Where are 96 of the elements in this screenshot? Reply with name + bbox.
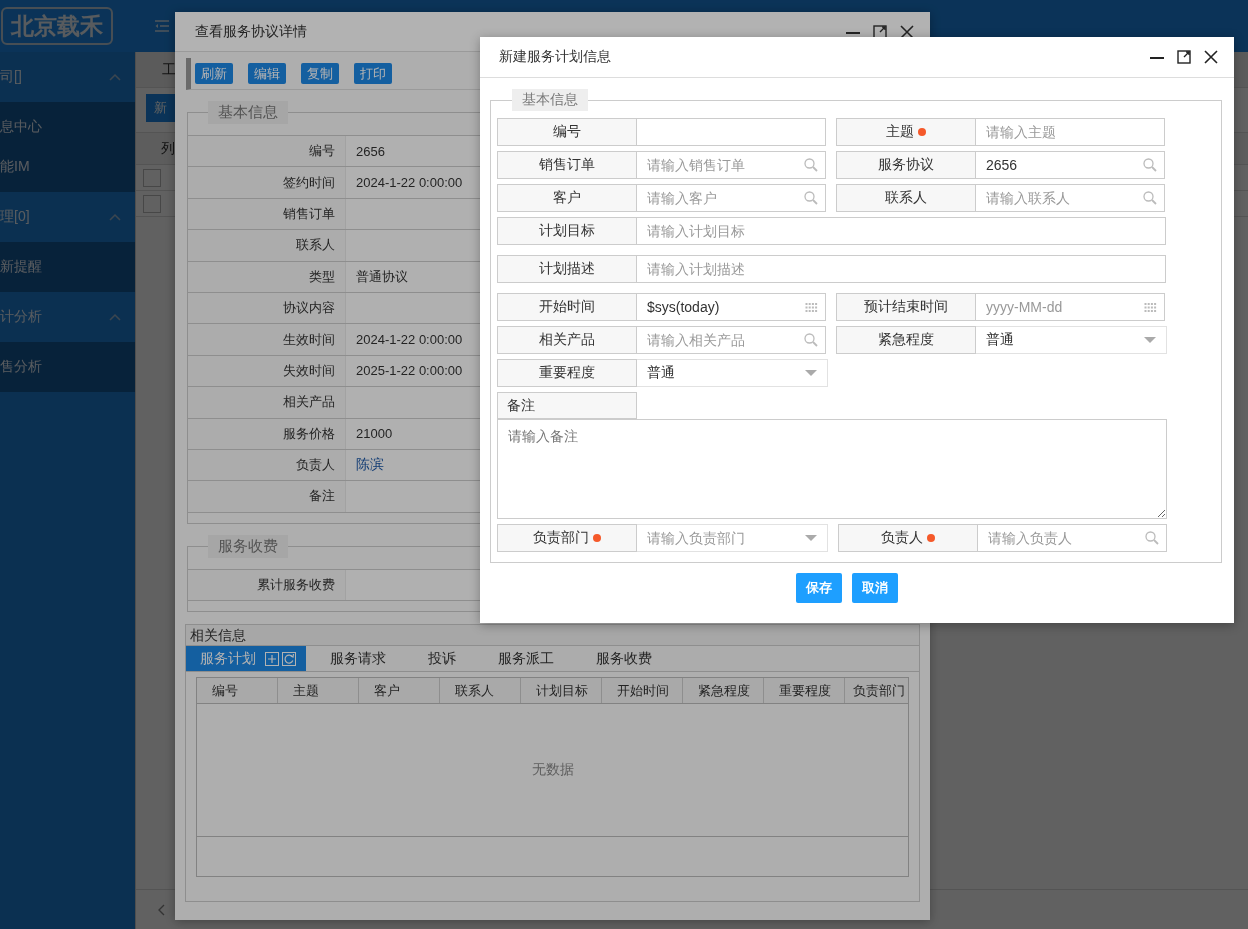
dropdown-arrow-icon[interactable]: [1144, 337, 1156, 343]
dialog-title: 新建服务计划信息: [499, 48, 611, 66]
field-value: 21000: [356, 426, 393, 442]
search-icon[interactable]: [1143, 191, 1157, 205]
toolbar-button[interactable]: 打印: [354, 63, 392, 84]
menu-fold-icon[interactable]: [155, 20, 169, 32]
add-icon[interactable]: [265, 651, 279, 666]
date-field[interactable]: yyyy-MM-dd: [976, 293, 1165, 321]
refresh-icon[interactable]: [282, 651, 296, 666]
section-legend: 基本信息: [512, 89, 588, 111]
field-label: 主题: [886, 123, 914, 141]
tab[interactable]: 服务派工: [484, 646, 582, 672]
panel-title: 相关信息: [186, 625, 919, 646]
toolbar-button[interactable]: 刷新: [195, 63, 233, 84]
column-header: 开始时间: [602, 678, 683, 704]
search-icon[interactable]: [804, 158, 818, 172]
column-header: 列: [161, 139, 175, 158]
toolbar-button[interactable]: 编辑: [248, 63, 286, 84]
close-icon[interactable]: [900, 24, 914, 39]
field-value: 2024-1-22 0:00:00: [356, 175, 463, 191]
field-label: 负责人: [881, 529, 923, 547]
column-header: 联系人: [440, 678, 521, 704]
field-label: 备注: [497, 392, 637, 419]
dropdown-arrow-icon[interactable]: [805, 370, 817, 376]
search-icon[interactable]: [804, 333, 818, 347]
search-icon[interactable]: [1143, 158, 1157, 172]
tab[interactable]: 投诉: [414, 646, 484, 672]
section-legend: 服务收费: [208, 534, 288, 558]
menu-group-header[interactable]: 计分析: [0, 292, 135, 342]
menu-group-title: 理[0]: [0, 208, 30, 226]
column-header: 重要程度: [764, 678, 845, 704]
menu-item[interactable]: 息中心: [0, 107, 135, 147]
field-label: 负责部门: [533, 529, 589, 547]
field-value: 2024-1-22 0:00:00: [356, 332, 463, 348]
input-field[interactable]: 请输入客户: [637, 184, 826, 212]
input-field[interactable]: 2656: [976, 151, 1165, 179]
empty-message: 无数据: [531, 761, 574, 780]
person-link[interactable]: 陈滨: [356, 456, 384, 475]
column-header: 紧急程度: [683, 678, 764, 704]
menu-group-header[interactable]: 理[0]: [0, 192, 135, 242]
input-field[interactable]: 请输入销售订单: [637, 151, 826, 179]
save-button[interactable]: 保存: [796, 573, 842, 603]
field-label: 相关产品: [539, 331, 595, 349]
input-field[interactable]: [637, 118, 826, 146]
section-legend: 基本信息: [208, 101, 288, 124]
input-field[interactable]: 请输入计划描述: [637, 255, 1166, 283]
input-field[interactable]: 请输入负责人: [978, 524, 1167, 552]
field-label: 销售订单: [539, 156, 595, 174]
dialog-title: 查看服务协议详情: [195, 22, 307, 41]
column-header: 主题: [278, 678, 359, 704]
calendar-icon[interactable]: [805, 301, 818, 313]
search-icon[interactable]: [804, 191, 818, 205]
field-label: 重要程度: [539, 364, 595, 382]
field-label: 联系人: [885, 189, 927, 207]
toolbar-button[interactable]: 复制: [301, 63, 339, 84]
field-label: 服务协议: [878, 156, 934, 174]
calendar-icon[interactable]: [1144, 301, 1157, 313]
column-header: 客户: [359, 678, 440, 704]
close-icon[interactable]: [1204, 50, 1218, 64]
input-field[interactable]: 请输入联系人: [976, 184, 1165, 212]
field-label: 客户: [553, 189, 581, 207]
field-value: 2025-1-22 0:00:00: [356, 363, 463, 379]
dropdown[interactable]: 请输入负责部门: [637, 524, 828, 552]
tab[interactable]: 服务收费: [582, 646, 680, 672]
field-label: 编号: [553, 123, 581, 141]
cancel-button[interactable]: 取消: [852, 573, 898, 603]
tab[interactable]: 服务计划: [186, 646, 306, 672]
column-header: 计划目标: [521, 678, 602, 704]
search-icon[interactable]: [1145, 531, 1159, 545]
field-label: 计划描述: [539, 260, 595, 278]
field-label: 紧急程度: [878, 331, 934, 349]
menu-group-title: 司[]: [0, 68, 22, 86]
column-header: 编号: [197, 678, 278, 704]
dropdown[interactable]: 普通: [637, 359, 828, 387]
input-field[interactable]: 请输入相关产品: [637, 326, 826, 354]
field-value: 普通协议: [356, 267, 408, 286]
field-label: 开始时间: [539, 298, 595, 316]
menu-item[interactable]: 能IM: [0, 147, 135, 187]
field-label: 计划目标: [539, 222, 595, 240]
dropdown[interactable]: 普通: [976, 326, 1167, 354]
input-field[interactable]: 请输入计划目标: [637, 217, 1166, 245]
remarks-field[interactable]: 请输入备注: [497, 419, 1167, 519]
menu-group-header[interactable]: 司[]: [0, 52, 135, 102]
field-label: 预计结束时间: [864, 298, 948, 316]
checkbox[interactable]: [143, 168, 161, 187]
logo: 北京载禾: [1, 7, 113, 45]
date-field[interactable]: $sys(today): [637, 293, 826, 321]
dropdown-arrow-icon[interactable]: [805, 535, 817, 541]
column-header: 负责部门: [852, 681, 906, 700]
maximize-icon[interactable]: [1177, 50, 1191, 64]
previous-page-icon[interactable]: [157, 903, 165, 916]
checkbox[interactable]: [143, 194, 161, 213]
menu-group-title: 计分析: [0, 308, 42, 326]
tab[interactable]: 服务请求: [316, 646, 414, 672]
field-value: 2656: [356, 143, 385, 159]
input-field[interactable]: 请输入主题: [976, 118, 1165, 146]
